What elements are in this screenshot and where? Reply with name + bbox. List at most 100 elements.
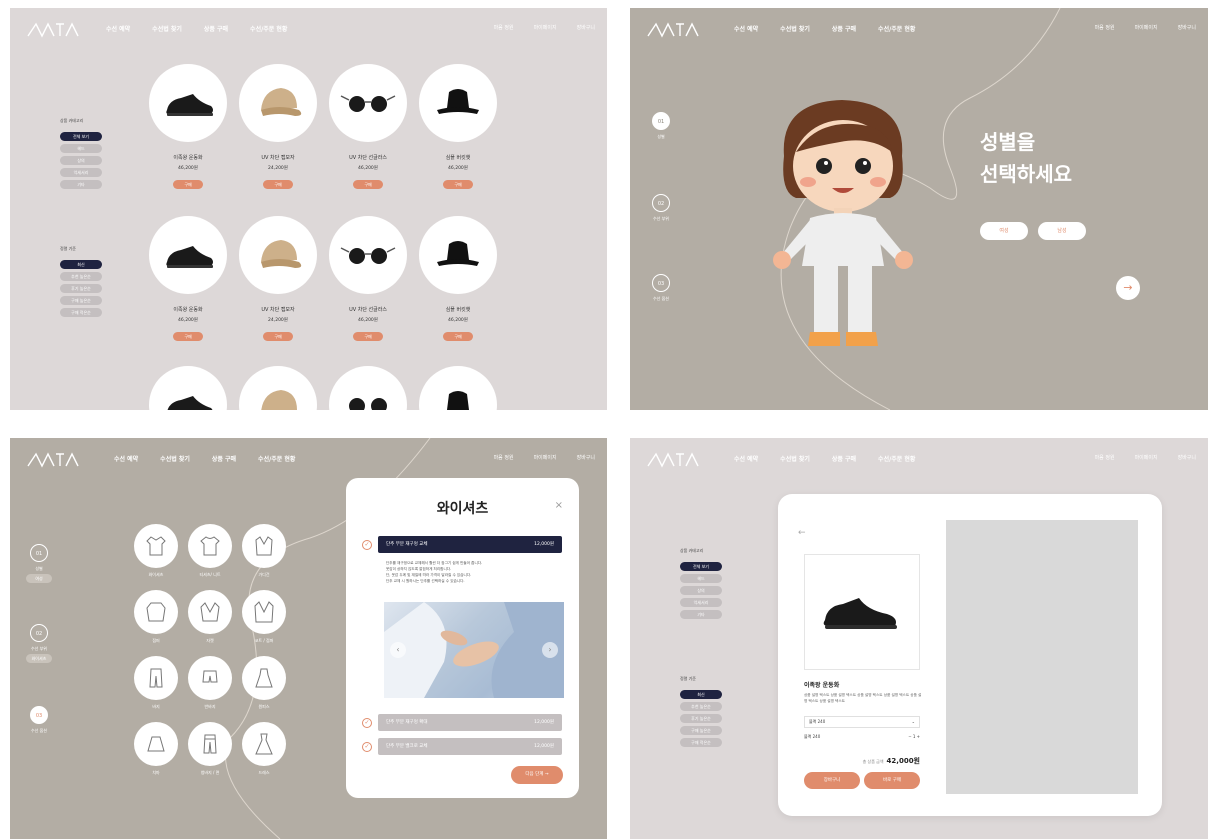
sort-pill[interactable]: 구매 적은순: [60, 308, 102, 317]
nav-item[interactable]: 수선법 찾기: [160, 454, 190, 463]
buy-button[interactable]: 구매: [173, 180, 203, 189]
category-pill[interactable]: 전체 보기: [60, 132, 102, 141]
nav-item[interactable]: 수선/주문 현황: [258, 454, 295, 463]
option-row[interactable]: 단추 부분 밸크로 교체 12,000원: [378, 738, 562, 755]
garment-jeans[interactable]: 청바지 / 면: [186, 722, 234, 776]
male-button[interactable]: 남성: [1038, 222, 1086, 240]
buy-button[interactable]: 구매: [263, 332, 293, 341]
next-step-button[interactable]: 다음 단계 →: [511, 766, 563, 784]
step-2[interactable]: 02 수선 부위 와이셔츠: [24, 624, 54, 663]
sort-pill[interactable]: 추천 높은순: [60, 272, 102, 281]
product-card[interactable]: 이족왕 운동화 46,200원 구매: [148, 216, 228, 342]
product-card[interactable]: [148, 366, 228, 410]
category-pill[interactable]: 헤드: [680, 574, 722, 583]
buy-button[interactable]: 구매: [173, 332, 203, 341]
brand-logo[interactable]: [646, 18, 702, 40]
garment-skirt[interactable]: 치마: [132, 722, 180, 776]
brand-logo[interactable]: [26, 18, 82, 40]
nav-item[interactable]: 수선법 찾기: [152, 24, 182, 33]
category-pill[interactable]: 전체 보기: [680, 562, 722, 571]
brand-logo[interactable]: [26, 448, 82, 470]
back-arrow-icon[interactable]: ←: [798, 528, 806, 538]
nav-item[interactable]: 수선법 찾기: [780, 24, 810, 33]
product-card[interactable]: 심플 버킷햇 46,200원 구매: [418, 216, 498, 342]
nav-item[interactable]: 상품 구매: [212, 454, 236, 463]
step-2[interactable]: 02 수선 부위: [648, 194, 674, 222]
step-1[interactable]: 01 성별: [648, 112, 674, 140]
close-icon[interactable]: ×: [555, 500, 563, 511]
nav-item[interactable]: 수선 예약: [734, 454, 758, 463]
step-3[interactable]: 03 수선 옵션: [24, 706, 54, 734]
sort-pill[interactable]: 최신: [60, 260, 102, 269]
product-card[interactable]: [328, 366, 408, 410]
carousel-prev-icon[interactable]: ‹: [390, 642, 406, 658]
brand-logo[interactable]: [646, 448, 702, 470]
utility-link[interactable]: 마이페이지: [534, 24, 557, 31]
category-pill[interactable]: 상의: [60, 156, 102, 165]
product-card[interactable]: UV 차단 캡모자 24,200원 구매: [238, 216, 318, 342]
garment-jumper[interactable]: 점퍼: [132, 590, 180, 644]
nav-item[interactable]: 수선 예약: [734, 24, 758, 33]
nav-item[interactable]: 수선법 찾기: [780, 454, 810, 463]
utility-link[interactable]: 마음 정원: [1095, 24, 1115, 31]
sort-pill[interactable]: 후기 높은순: [60, 284, 102, 293]
nav-item[interactable]: 상품 구매: [204, 24, 228, 33]
nav-item[interactable]: 수선/주문 현황: [878, 24, 915, 33]
buy-button[interactable]: 구매: [353, 332, 383, 341]
nav-item[interactable]: 수선 예약: [114, 454, 138, 463]
sort-pill[interactable]: 구매 적은순: [680, 738, 722, 747]
option-row[interactable]: 단추 부분 재구멍 확대 12,000원: [378, 714, 562, 731]
nav-item[interactable]: 상품 구매: [832, 24, 856, 33]
utility-link[interactable]: 마음 정원: [1095, 454, 1115, 461]
nav-item[interactable]: 수선 예약: [106, 24, 130, 33]
utility-link[interactable]: 장바구니: [1178, 454, 1196, 461]
next-arrow-icon[interactable]: →: [1116, 276, 1140, 300]
garment-coat[interactable]: 코트 / 점퍼: [240, 590, 288, 644]
garment-shirt[interactable]: 와이셔츠: [132, 524, 180, 578]
utility-link[interactable]: 장바구니: [577, 24, 595, 31]
utility-link[interactable]: 마음 정원: [494, 24, 514, 31]
check-icon[interactable]: ✓: [362, 742, 372, 752]
category-pill[interactable]: 상의: [680, 586, 722, 595]
female-button[interactable]: 여성: [980, 222, 1028, 240]
carousel-next-icon[interactable]: ›: [542, 642, 558, 658]
garment-onepiece[interactable]: 원피스: [240, 656, 288, 710]
sort-pill[interactable]: 후기 높은순: [680, 714, 722, 723]
sort-pill[interactable]: 최신: [680, 690, 722, 699]
utility-link[interactable]: 마이페이지: [534, 454, 557, 461]
buy-button[interactable]: 구매: [443, 180, 473, 189]
buy-button[interactable]: 구매: [263, 180, 293, 189]
category-pill[interactable]: 기타: [680, 610, 722, 619]
nav-item[interactable]: 수선/주문 현황: [250, 24, 287, 33]
option-row-active[interactable]: 단추 부분 재구멍 교체 12,000원: [378, 536, 562, 553]
sort-pill[interactable]: 구매 높은순: [60, 296, 102, 305]
nav-item[interactable]: 상품 구매: [832, 454, 856, 463]
utility-link[interactable]: 마음 정원: [494, 454, 514, 461]
buy-button[interactable]: 구매: [443, 332, 473, 341]
product-card[interactable]: [418, 366, 498, 410]
utility-link[interactable]: 장바구니: [577, 454, 595, 461]
nav-item[interactable]: 수선/주문 현황: [878, 454, 915, 463]
garment-pants[interactable]: 바지: [132, 656, 180, 710]
option-select[interactable]: 블랙 240 ⌄: [804, 716, 920, 728]
check-icon[interactable]: ✓: [362, 718, 372, 728]
category-pill[interactable]: 악세서리: [680, 598, 722, 607]
garment-tshirt[interactable]: 티셔츠/ 니트: [186, 524, 234, 578]
garment-shorts[interactable]: 반바지: [186, 656, 234, 710]
product-card[interactable]: [238, 366, 318, 410]
garment-jacket[interactable]: 자켓: [186, 590, 234, 644]
utility-link[interactable]: 마이페이지: [1135, 454, 1158, 461]
utility-link[interactable]: 장바구니: [1178, 24, 1196, 31]
buy-now-button[interactable]: 바로 구매: [864, 772, 920, 789]
sort-pill[interactable]: 구매 높은순: [680, 726, 722, 735]
garment-dress[interactable]: 드레스: [240, 722, 288, 776]
step-3[interactable]: 03 수선 옵션: [648, 274, 674, 302]
check-icon[interactable]: ✓: [362, 540, 372, 550]
product-card[interactable]: UV 차단 선글라스 46,200원 구매: [328, 64, 408, 190]
category-pill[interactable]: 악세서리: [60, 168, 102, 177]
buy-button[interactable]: 구매: [353, 180, 383, 189]
cart-button[interactable]: 장바구니: [804, 772, 860, 789]
category-pill[interactable]: 헤드: [60, 144, 102, 153]
category-pill[interactable]: 기타: [60, 180, 102, 189]
garment-cardigan[interactable]: 가디건: [240, 524, 288, 578]
